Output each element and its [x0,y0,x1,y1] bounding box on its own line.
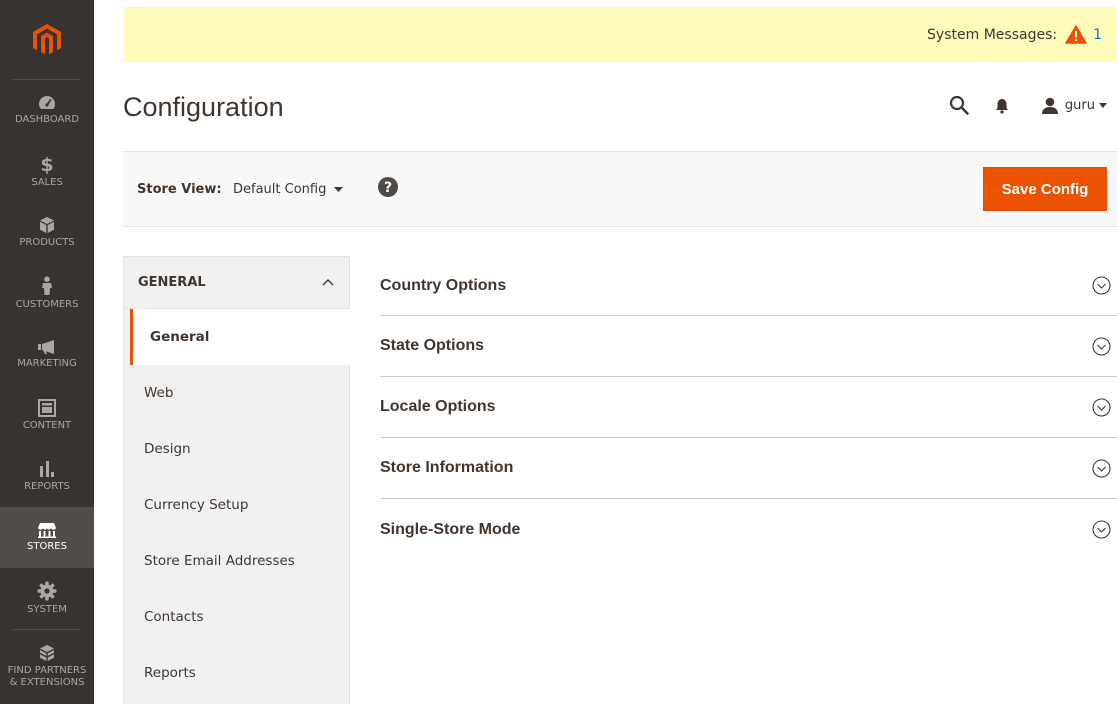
admin-menu: DASHBOARD $ SALES PRODUCTS CUSTOMERS MAR… [0,0,94,704]
menu-item-content[interactable]: CONTENT [0,385,94,446]
section-title: Store Information [380,459,514,476]
expand-circle-icon [1092,520,1111,539]
menu-label-products: PRODUCTS [19,237,75,248]
menu-label-stores: STORES [27,541,67,552]
store-view-dropdown[interactable]: Default Config [233,182,344,197]
magento-logo[interactable] [13,0,81,80]
menu-label-system: SYSTEM [27,604,67,615]
expand-circle-icon [1092,397,1111,417]
menu-label-customers: CUSTOMERS [15,299,79,310]
config-tabs: GENERAL General Web Design Currency Setu… [123,256,350,704]
boxes-icon [40,644,54,661]
menu-label-sales: SALES [31,177,63,188]
user-name: guru [1064,97,1095,113]
svg-text:?: ? [384,180,392,196]
layout-icon [38,399,56,417]
menu-item-find-partners[interactable]: FIND PARTNERS & EXTENSIONS [0,630,94,702]
save-config-button[interactable]: Save Config [983,167,1107,211]
config-tab-general[interactable]: General [130,309,350,365]
menu-label-find-partners: FIND PARTNERS & EXTENSIONS [7,664,87,688]
section-store-information[interactable]: Store Information [380,438,1117,499]
caret-down-icon [1099,102,1107,108]
page-title: Configuration [123,92,284,122]
system-messages-label: System Messages: [927,26,1058,43]
help-icon[interactable]: ? [378,177,398,197]
menu-label-reports: REPORTS [24,481,70,492]
dollar-icon: $ [40,154,53,174]
menu-item-reports[interactable]: REPORTS [0,446,94,507]
menu-label-content: CONTENT [22,420,72,431]
expand-circle-icon [1092,458,1111,478]
speedometer-icon [39,96,55,109]
menu-item-marketing[interactable]: MARKETING [0,324,94,385]
config-tab-store-email-addresses[interactable]: Store Email Addresses [124,533,349,589]
chevron-up-icon [322,279,334,286]
menu-label-marketing: MARKETING [17,358,77,369]
section-locale-options[interactable]: Locale Options [380,377,1117,438]
section-title: Country Options [380,276,507,294]
store-switcher-bar: Store View: Default Config ? Save Config [123,151,1117,227]
section-title: Locale Options [380,398,496,415]
bar-chart-icon [40,461,54,477]
store-view-selected: Default Config [233,182,327,197]
section-title: State Options [380,337,485,354]
search-icon[interactable] [949,95,969,115]
menu-label-dashboard: DASHBOARD [14,114,80,125]
menu-item-system[interactable]: SYSTEM [0,568,94,629]
person-icon [42,276,52,295]
menu-item-sales[interactable]: $ SALES [0,141,94,202]
config-sections: Country Options State Options Locale Opt… [380,256,1117,560]
config-tab-design[interactable]: Design [124,421,349,477]
section-state-options[interactable]: State Options [380,316,1117,377]
section-country-options[interactable]: Country Options [380,256,1117,316]
user-icon [1041,97,1058,114]
bell-icon[interactable] [995,97,1009,114]
menu-item-customers[interactable]: CUSTOMERS [0,263,94,324]
gear-icon [37,581,57,601]
svg-text:$: $ [40,154,53,174]
megaphone-icon [38,340,54,354]
section-single-store-mode[interactable]: Single-Store Mode [380,499,1117,560]
user-menu[interactable]: guru [1041,97,1107,114]
config-section-general-toggle[interactable]: GENERAL [124,257,349,309]
expand-circle-icon [1092,336,1111,356]
config-tab-currency-setup[interactable]: Currency Setup [124,477,349,533]
cube-icon [40,217,54,233]
menu-item-dashboard[interactable]: DASHBOARD [0,80,94,141]
system-messages-count[interactable]: 1 [1093,27,1102,43]
warning-icon[interactable] [1065,25,1087,44]
system-messages-bar: System Messages: 1 [123,7,1117,62]
caret-down-icon [334,187,344,192]
expand-circle-icon [1092,276,1111,295]
section-title: Single-Store Mode [380,520,521,538]
menu-item-stores[interactable]: STORES [0,507,94,568]
config-tab-contacts[interactable]: Contacts [124,589,349,645]
menu-item-products[interactable]: PRODUCTS [0,202,94,263]
config-section-title: GENERAL [138,275,206,290]
storefront-icon [37,523,57,538]
store-view-label: Store View: [137,182,222,197]
config-tab-reports[interactable]: Reports [124,645,349,701]
header-actions: guru [949,92,1107,118]
config-tab-web[interactable]: Web [124,365,349,421]
